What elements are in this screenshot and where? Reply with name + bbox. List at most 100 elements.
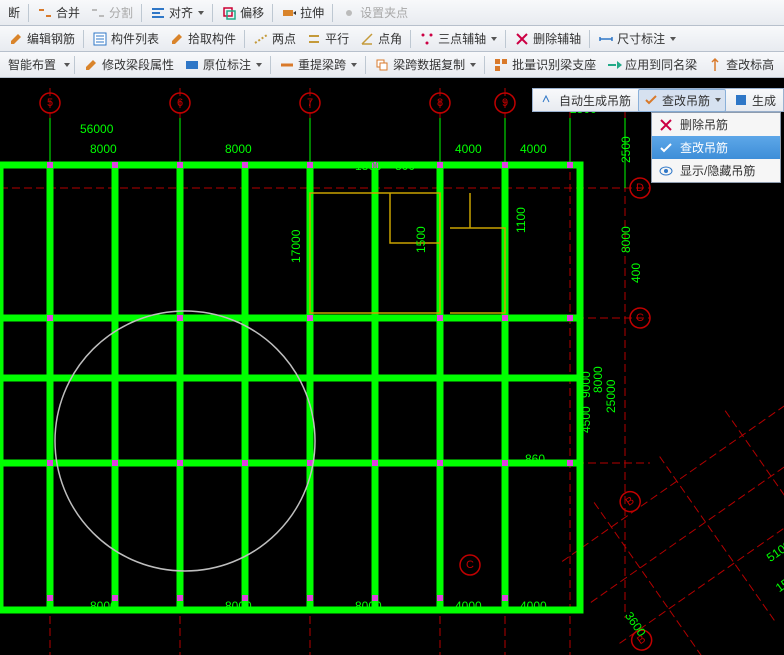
svg-text:9: 9 bbox=[502, 97, 508, 109]
apply-icon bbox=[606, 57, 622, 73]
check-modify-stirrup-button[interactable]: 查改吊筋 bbox=[638, 89, 726, 112]
svg-text:4000: 4000 bbox=[520, 142, 547, 156]
merge-button[interactable]: 合并 bbox=[33, 2, 84, 23]
gen-icon bbox=[733, 92, 749, 108]
svg-text:25000: 25000 bbox=[604, 379, 618, 413]
offset-button[interactable]: 偏移 bbox=[217, 2, 268, 23]
edit-rebar-button[interactable]: 编辑钢筋 bbox=[4, 28, 79, 49]
svg-text:C: C bbox=[636, 312, 644, 324]
span-icon bbox=[279, 57, 295, 73]
svg-text:860: 860 bbox=[525, 452, 545, 466]
menu-item-delete[interactable]: 删除吊筋 bbox=[652, 113, 780, 136]
svg-text:B: B bbox=[624, 495, 637, 509]
align-icon bbox=[150, 5, 166, 21]
stretch-icon bbox=[281, 5, 297, 21]
svg-text:8000: 8000 bbox=[591, 366, 605, 393]
parallel-button[interactable]: 平行 bbox=[302, 28, 353, 49]
svg-text:8000: 8000 bbox=[225, 142, 252, 156]
chevron-down-icon[interactable] bbox=[470, 63, 476, 67]
menu-item-showhide[interactable]: 显示/隐藏吊筋 bbox=[652, 159, 780, 182]
apply-same-beam-button[interactable]: 应用到同名梁 bbox=[602, 54, 701, 75]
split-icon bbox=[90, 5, 106, 21]
beam-data-copy-button[interactable]: 梁跨数据复制 bbox=[370, 54, 480, 75]
two-point-button[interactable]: 两点 bbox=[249, 28, 300, 49]
label-icon bbox=[184, 57, 200, 73]
toolbar-row-3: 智能布置 修改梁段属性 原位标注 重提梁跨 梁跨数据复制 批量识别梁支座 应用到… bbox=[0, 52, 784, 78]
chevron-down-icon[interactable] bbox=[198, 11, 204, 15]
dimension-button[interactable]: 尺寸标注 bbox=[594, 28, 680, 49]
copy-icon bbox=[374, 57, 390, 73]
svg-text:8000: 8000 bbox=[90, 599, 117, 613]
modify-stirrup-icon bbox=[658, 140, 674, 156]
chevron-down-icon[interactable] bbox=[256, 63, 262, 67]
svg-text:C: C bbox=[466, 559, 474, 571]
svg-text:7: 7 bbox=[307, 97, 313, 109]
check-icon bbox=[643, 92, 659, 108]
toolbar-row-2: 编辑钢筋 构件列表 拾取构件 两点 平行 点角 三点辅轴 删除辅轴 尺寸标注 bbox=[0, 26, 784, 52]
break-button[interactable]: 断 bbox=[4, 2, 24, 23]
modify-beam-button[interactable]: 修改梁段属性 bbox=[79, 54, 178, 75]
svg-text:400: 400 bbox=[629, 263, 643, 283]
batch-identify-button[interactable]: 批量识别梁支座 bbox=[489, 54, 600, 75]
svg-text:4000: 4000 bbox=[455, 599, 482, 613]
smart-layout-button[interactable]: 智能布置 bbox=[4, 54, 60, 75]
pencil-icon bbox=[8, 31, 24, 47]
list-icon bbox=[92, 31, 108, 47]
elevation-icon bbox=[707, 57, 723, 73]
svg-text:4000: 4000 bbox=[520, 599, 547, 613]
svg-text:8000: 8000 bbox=[355, 599, 382, 613]
svg-text:5100: 5100 bbox=[764, 538, 784, 565]
batch-icon bbox=[493, 57, 509, 73]
two-point-icon bbox=[253, 31, 269, 47]
offset-icon bbox=[221, 5, 237, 21]
svg-text:8000: 8000 bbox=[619, 226, 633, 253]
svg-text:2500: 2500 bbox=[619, 136, 633, 163]
svg-text:8: 8 bbox=[437, 97, 443, 109]
svg-text:D: D bbox=[636, 182, 644, 194]
inplace-label-button[interactable]: 原位标注 bbox=[180, 54, 266, 75]
setpoint-icon bbox=[341, 5, 357, 21]
point-angle-button[interactable]: 点角 bbox=[355, 28, 406, 49]
delete-aux-axis-button[interactable]: 删除辅轴 bbox=[510, 28, 585, 49]
svg-text:8000: 8000 bbox=[225, 599, 252, 613]
svg-text:8000: 8000 bbox=[90, 142, 117, 156]
rebrace-button[interactable]: 重提梁跨 bbox=[275, 54, 361, 75]
pencil-icon bbox=[83, 57, 99, 73]
menu-item-modify[interactable]: 查改吊筋 bbox=[652, 136, 780, 159]
pick-component-button[interactable]: 拾取构件 bbox=[165, 28, 240, 49]
svg-text:1800: 1800 bbox=[355, 159, 382, 173]
merge-icon bbox=[37, 5, 53, 21]
autogen-stirrup-button[interactable]: 自动生成吊筋 bbox=[536, 90, 635, 111]
three-point-axis-button[interactable]: 三点辅轴 bbox=[415, 28, 501, 49]
three-point-icon bbox=[419, 31, 435, 47]
svg-text:4000: 4000 bbox=[455, 142, 482, 156]
svg-text:6: 6 bbox=[177, 97, 183, 109]
dimension-icon bbox=[598, 31, 614, 47]
chevron-down-icon[interactable] bbox=[715, 98, 721, 102]
svg-text:4500: 4500 bbox=[579, 406, 593, 433]
generate-button[interactable]: 生成 bbox=[729, 90, 780, 111]
component-list-button[interactable]: 构件列表 bbox=[88, 28, 163, 49]
delete-stirrup-icon bbox=[658, 117, 674, 133]
floating-toolbar: 自动生成吊筋 查改吊筋 生成 bbox=[532, 88, 784, 112]
chevron-down-icon[interactable] bbox=[491, 37, 497, 41]
stretch-button[interactable]: 拉伸 bbox=[277, 2, 328, 23]
chevron-down-icon[interactable] bbox=[351, 63, 357, 67]
svg-text:5: 5 bbox=[47, 97, 53, 109]
svg-text:3600: 3600 bbox=[622, 609, 649, 639]
check-elevation-button[interactable]: 查改标高 bbox=[703, 54, 778, 75]
svg-text:800: 800 bbox=[395, 159, 415, 173]
angle-icon bbox=[359, 31, 375, 47]
svg-text:1500: 1500 bbox=[414, 226, 428, 253]
chevron-down-icon[interactable] bbox=[64, 63, 70, 67]
chevron-down-icon[interactable] bbox=[670, 37, 676, 41]
align-button[interactable]: 对齐 bbox=[146, 2, 208, 23]
svg-text:56000: 56000 bbox=[80, 122, 114, 136]
toolbar-row-1: 断 合并 分割 对齐 偏移 拉伸 设置夹点 bbox=[0, 0, 784, 26]
auto-icon bbox=[540, 92, 556, 108]
delete-icon bbox=[514, 31, 530, 47]
svg-text:15300: 15300 bbox=[773, 564, 784, 595]
eye-icon bbox=[658, 163, 674, 179]
svg-text:1100: 1100 bbox=[514, 207, 528, 233]
parallel-icon bbox=[306, 31, 322, 47]
